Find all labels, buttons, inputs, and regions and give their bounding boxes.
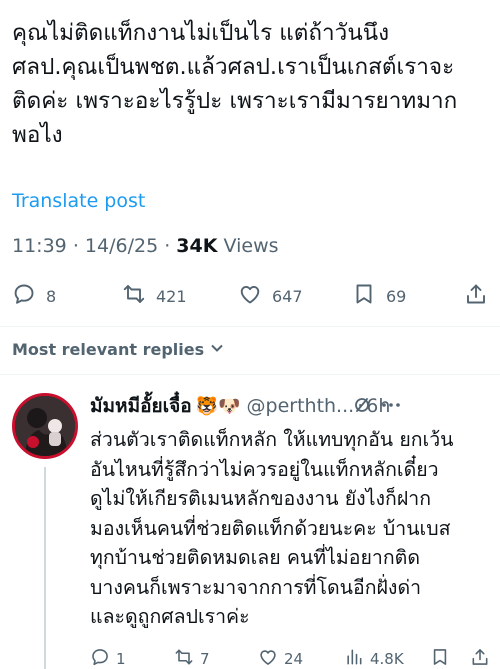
share-icon (470, 647, 490, 669)
reply-count: 8 (46, 286, 57, 306)
reply-action-bar: 1 7 24 4.8K (0, 645, 500, 669)
views-count: 34K (176, 235, 218, 257)
tweet-meta: 11:39 · 14/6/25 · 34K Views (12, 235, 279, 257)
like-count: 24 (284, 650, 304, 668)
share-icon (464, 282, 488, 310)
reply-button[interactable]: 1 (90, 645, 126, 669)
views-label: Views (223, 235, 279, 257)
repost-icon (174, 647, 194, 669)
replies-sort-dropdown[interactable]: Most relevant replies (12, 340, 224, 359)
views-count: 4.8K (370, 650, 404, 668)
repost-button[interactable]: 421 (122, 276, 187, 316)
bookmark-icon (430, 647, 450, 669)
bookmark-icon (352, 282, 376, 310)
more-icon[interactable] (380, 394, 402, 416)
share-button[interactable] (464, 276, 488, 316)
chevron-down-icon (210, 340, 224, 359)
analytics-icon (344, 647, 364, 669)
replies-sort-label: Most relevant replies (12, 340, 205, 359)
meta-separator: · (72, 235, 79, 257)
reply-text: ส่วนตัวเราติดแท็กหลัก ให้แทบทุกอัน ยกเว้… (90, 428, 454, 628)
bookmark-button[interactable]: 69 (352, 276, 406, 316)
translate-post-link[interactable]: Translate post (12, 190, 145, 212)
reply-icon (12, 282, 36, 310)
reply-author-name[interactable]: มัมหมีอั้ยเจื๋อ (90, 391, 192, 421)
reply-button[interactable]: 8 (12, 276, 56, 316)
reply-header: มัมหมีอั้ยเจื๋อ 🐯🐶 @perthth... · 6h (90, 391, 490, 421)
tweet-text: คุณไม่ติดแท็กงานไม่เป็นไร แต่ถ้าวันนึง ศ… (12, 20, 458, 148)
divider (0, 374, 500, 375)
tweet-action-bar: 8 421 647 69 (0, 276, 500, 316)
repost-button[interactable]: 7 (174, 645, 210, 669)
share-button[interactable] (470, 645, 490, 669)
bookmark-button[interactable] (430, 645, 450, 669)
divider (0, 326, 500, 327)
meta-separator: · (164, 235, 171, 257)
tweet-date[interactable]: 14/6/25 (85, 235, 158, 257)
repost-count: 7 (200, 650, 210, 668)
reply-icon (90, 647, 110, 669)
heart-icon (258, 647, 278, 669)
tweet-time[interactable]: 11:39 (12, 235, 67, 257)
bookmark-count: 69 (386, 286, 407, 306)
repost-icon (122, 282, 146, 310)
reply-count: 1 (116, 650, 126, 668)
repost-count: 421 (156, 286, 187, 306)
grok-icon[interactable] (352, 395, 372, 415)
like-button[interactable]: 647 (238, 276, 303, 316)
heart-icon (238, 282, 262, 310)
like-button[interactable]: 24 (258, 645, 303, 669)
avatar[interactable] (12, 393, 78, 459)
thread-line (44, 467, 46, 669)
reply-author-emojis: 🐯🐶 (195, 395, 241, 417)
reply-author-handle[interactable]: @perthth... (247, 395, 355, 417)
like-count: 647 (272, 286, 303, 306)
reply-item[interactable]: มัมหมีอั้ยเจื๋อ 🐯🐶 @perthth... · 6h ส่วน… (0, 381, 500, 669)
views-button[interactable]: 4.8K (344, 645, 404, 669)
